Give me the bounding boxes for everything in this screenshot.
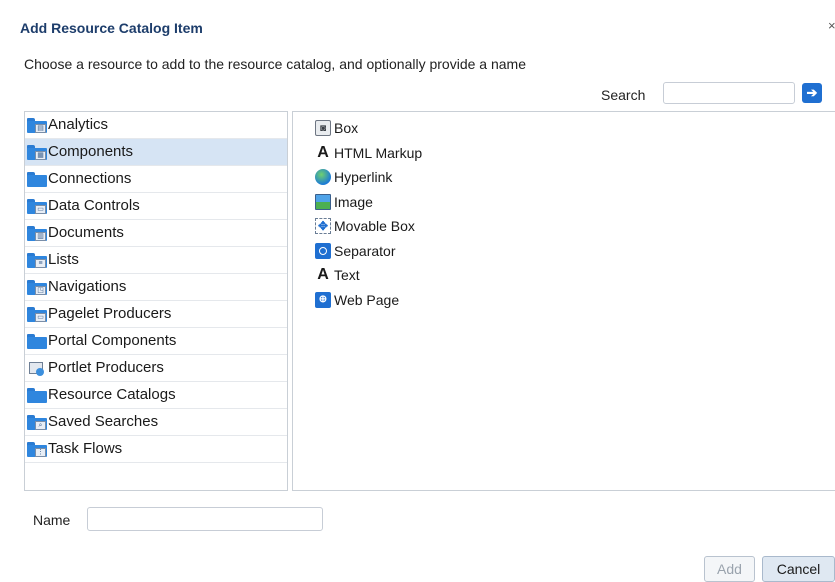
documents-folder-icon: ▥ [27, 225, 47, 241]
category-label: Resource Catalogs [48, 386, 176, 403]
category-label: Lists [48, 251, 79, 268]
task-flows-folder-icon: ⋮ [27, 441, 47, 457]
resource-label: Movable Box [334, 218, 415, 235]
category-item[interactable]: ⌕ Saved Searches [25, 409, 287, 436]
category-list-panel: ▤ Analytics ▦ Components Connections ▭ Data Co… [24, 111, 288, 491]
resource-label: Hyperlink [334, 169, 393, 186]
box-icon: ◙ [315, 120, 331, 137]
web-page-icon: ⊕ [315, 291, 331, 308]
category-item[interactable]: ▦ Components [25, 139, 287, 166]
category-item[interactable]: ▭ Pagelet Producers [25, 301, 287, 328]
movable-box-icon: ✥ [315, 218, 331, 235]
category-label: Navigations [48, 278, 127, 295]
resource-item[interactable]: Separator [315, 239, 835, 264]
category-label: Task Flows [48, 440, 123, 457]
category-item[interactable]: ▭ Data Controls [25, 193, 287, 220]
category-item[interactable]: ▥ Documents [25, 220, 287, 247]
resource-list-panel: ◙ Box A HTML Markup Hyperlink Image ✥ Movable B… [292, 111, 835, 491]
folder-icon [27, 333, 47, 349]
search-input[interactable] [663, 82, 795, 104]
arrow-right-icon: ➔ [806, 85, 818, 100]
category-item[interactable]: ≡ Lists [25, 247, 287, 274]
category-item[interactable]: ◳ Navigations [25, 274, 287, 301]
navigations-folder-icon: ◳ [27, 279, 47, 295]
category-label: Components [48, 143, 134, 160]
portlet-producer-icon [27, 361, 47, 376]
folder-icon [27, 387, 47, 403]
analytics-folder-icon: ▤ [27, 117, 47, 133]
category-label: Data Controls [48, 197, 140, 214]
category-item[interactable]: ⋮ Task Flows [25, 436, 287, 463]
html-markup-icon: A [317, 143, 329, 161]
resource-list: ◙ Box A HTML Markup Hyperlink Image ✥ Movable B… [293, 112, 835, 312]
category-label: Connections [48, 170, 132, 187]
category-item[interactable]: Portlet Producers [25, 355, 287, 382]
category-item[interactable]: Portal Components [25, 328, 287, 355]
category-label: Pagelet Producers [48, 305, 172, 322]
resource-item[interactable]: A HTML Markup [315, 141, 835, 166]
resource-label: Box [334, 120, 359, 137]
name-input[interactable] [87, 507, 323, 531]
dialog-title: Add Resource Catalog Item [20, 20, 203, 36]
resource-item[interactable]: Hyperlink [315, 165, 835, 190]
category-label: Saved Searches [48, 413, 159, 430]
resource-label: HTML Markup [334, 144, 423, 161]
close-icon[interactable]: × [828, 18, 835, 33]
resource-item[interactable]: A Text [315, 263, 835, 288]
category-list: ▤ Analytics ▦ Components Connections ▭ Data Co… [25, 112, 287, 463]
category-label: Portlet Producers [48, 359, 164, 376]
category-item[interactable]: ▤ Analytics [25, 112, 287, 139]
instructions-text: Choose a resource to add to the resource… [24, 56, 526, 72]
resource-label: Text [334, 267, 360, 284]
resource-item[interactable]: ◙ Box [315, 116, 835, 141]
resource-label: Separator [334, 242, 396, 259]
separator-icon [315, 242, 331, 259]
hyperlink-globe-icon [315, 169, 331, 186]
resource-label: Web Page [334, 291, 400, 308]
category-item[interactable]: Connections [25, 166, 287, 193]
search-go-button[interactable]: ➔ [802, 83, 822, 103]
resource-item[interactable]: ⊕ Web Page [315, 288, 835, 313]
folder-icon [27, 171, 47, 187]
lists-folder-icon: ≡ [27, 252, 47, 268]
text-icon: A [317, 266, 329, 284]
components-folder-icon: ▦ [27, 144, 47, 160]
saved-search-folder-icon: ⌕ [27, 414, 47, 430]
pagelet-folder-icon: ▭ [27, 306, 47, 322]
add-button[interactable]: Add [704, 556, 755, 582]
category-label: Documents [48, 224, 124, 241]
name-label: Name [33, 512, 71, 528]
category-item[interactable]: Resource Catalogs [25, 382, 287, 409]
resource-item[interactable]: ✥ Movable Box [315, 214, 835, 239]
category-label: Analytics [48, 116, 109, 133]
resource-item[interactable]: Image [315, 190, 835, 215]
category-label: Portal Components [48, 332, 177, 349]
image-icon [315, 193, 331, 210]
search-label: Search [601, 87, 646, 103]
resource-label: Image [334, 193, 373, 210]
data-controls-folder-icon: ▭ [27, 198, 47, 214]
cancel-button[interactable]: Cancel [762, 556, 835, 582]
add-resource-dialog: Add Resource Catalog Item × Choose a res… [0, 0, 835, 582]
